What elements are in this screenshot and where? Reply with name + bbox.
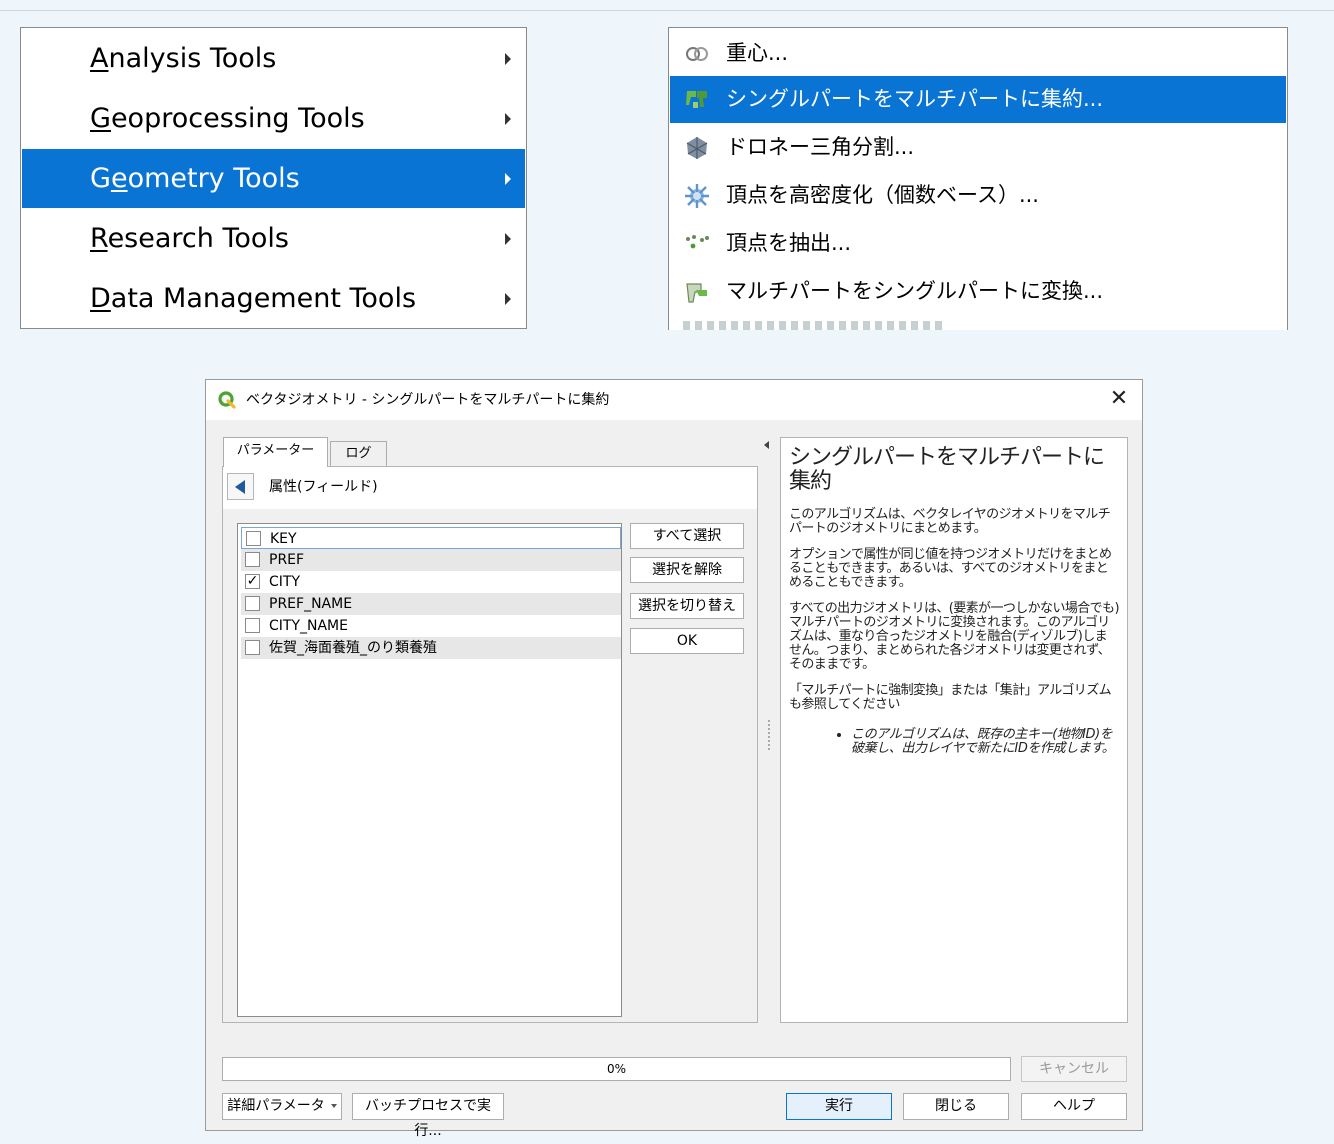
help-paragraph-3: すべての出力ジオメトリは、(要素が一つしかない場合でも)マルチパートのジオメトリ… xyxy=(789,601,1120,672)
menu-item-delaunay[interactable]: ドロネー三角分割... xyxy=(670,124,1286,171)
geometry-tools-submenu: 重心... シングルパートをマルチパートに集約... ドロネー三角分割... 頂… xyxy=(668,27,1288,330)
ok-button[interactable]: OK xyxy=(630,628,744,654)
collect-geometries-icon xyxy=(686,91,707,108)
menu-item-densify-by-count[interactable]: 頂点を高密度化（個数ベース）... xyxy=(670,172,1286,219)
help-notes: このアルゴリズムは、既存の主キー(地物ID)を破棄し、出力レイヤで新たにIDを作… xyxy=(789,728,1119,756)
tab-parameters[interactable]: パラメーター xyxy=(223,437,328,467)
menu-item-geometry-tools[interactable]: Geometry Tools xyxy=(22,149,525,208)
help-paragraph-2: オプションで属性が同じ値を持つジオメトリだけをまとめることもできます。あるいは、… xyxy=(789,547,1112,590)
menu-item-label: esearch Tools xyxy=(107,223,289,254)
field-name: CITY_NAME xyxy=(269,618,348,634)
multipart-to-single-icon xyxy=(686,283,707,303)
menu-item-multipart-to-singleparts[interactable]: マルチパートをシングルパートに変換... xyxy=(670,268,1286,315)
menu-item-collect-geometries[interactable]: シングルパートをマルチパートに集約... xyxy=(670,76,1286,123)
field-name: KEY xyxy=(270,531,297,547)
field-row-saga[interactable]: 佐賀_海面養殖_のり類養殖 xyxy=(241,637,621,659)
advanced-parameters-dropdown[interactable]: 詳細パラメータ xyxy=(222,1093,342,1120)
processing-toolbox-menu: Analysis Tools Geoprocessing Tools Geome… xyxy=(20,27,527,329)
help-paragraph-4: 「マルチパートに強制変換」または「集計」アルゴリズムも参照してください xyxy=(789,683,1112,712)
run-as-batch-button[interactable]: バッチプロセスで実行... xyxy=(352,1093,504,1139)
close-button[interactable]: 閉じる xyxy=(903,1093,1009,1120)
menu-item-label: 頂点を高密度化（個数ベース）... xyxy=(726,183,1039,207)
panel-header-label: 属性(フィールド) xyxy=(269,479,378,495)
menu-item-label: ドロネー三角分割... xyxy=(726,135,915,159)
extract-vertices-icon xyxy=(686,235,709,249)
submenu-arrow-icon xyxy=(505,53,511,65)
tab-log[interactable]: ログ xyxy=(330,441,387,466)
menu-item-label-start: G xyxy=(90,163,111,194)
field-name: PREF xyxy=(269,552,305,568)
centroid-icon xyxy=(686,47,708,61)
clipped-menu-item xyxy=(683,321,943,330)
menu-item-label: ata Management Tools xyxy=(110,283,417,314)
menu-item-research-tools[interactable]: Research Tools xyxy=(22,209,525,268)
deselect-all-button[interactable]: 選択を解除 xyxy=(630,557,744,583)
toggle-selection-button[interactable]: 選択を切り替え xyxy=(630,593,744,619)
field-list: KEY PREF ✓ CITY PREF_NAME CITY_NAME 佐賀_海… xyxy=(237,523,622,1017)
submenu-arrow-icon xyxy=(505,173,511,185)
menu-item-mnemonic: e xyxy=(110,163,128,194)
menu-item-mnemonic: R xyxy=(90,223,108,254)
menu-item-mnemonic: D xyxy=(90,283,111,314)
progress-bar: 0% xyxy=(222,1057,1011,1081)
qgis-logo-icon xyxy=(218,391,236,409)
menu-item-label: シングルパートをマルチパートに集約... xyxy=(726,87,1104,111)
collect-geometries-dialog: ベクタジオメトリ - シングルパートをマルチパートに集約 ✕ パラメーター ログ… xyxy=(205,379,1143,1139)
help-button[interactable]: ヘルプ xyxy=(1021,1093,1127,1120)
menu-item-analysis-tools[interactable]: Analysis Tools xyxy=(22,29,525,88)
menu-item-mnemonic: G xyxy=(90,103,111,134)
field-row-key[interactable]: KEY xyxy=(241,527,621,549)
densify-icon xyxy=(685,184,709,208)
field-checkbox[interactable] xyxy=(245,596,260,611)
run-button[interactable]: 実行 xyxy=(786,1093,892,1120)
dialog-title: ベクタジオメトリ - シングルパートをマルチパートに集約 xyxy=(246,392,610,408)
menu-item-label: nalysis Tools xyxy=(108,43,277,74)
menu-item-label: 頂点を抽出... xyxy=(726,231,852,255)
field-row-pref[interactable]: PREF xyxy=(241,549,621,571)
dialog-titlebar: ベクタジオメトリ - シングルパートをマルチパートに集約 ✕ xyxy=(206,380,1142,420)
help-heading: シングルパートをマルチパートに集約 xyxy=(789,445,1105,494)
field-name: CITY xyxy=(269,574,301,590)
field-checkbox[interactable] xyxy=(245,618,260,633)
collapse-help-arrow-icon[interactable] xyxy=(764,441,769,449)
back-arrow-icon[interactable] xyxy=(227,473,254,500)
field-name: PREF_NAME xyxy=(269,596,353,612)
parameters-panel: 属性(フィールド) KEY PREF ✓ CITY PREF_NAME CITY… xyxy=(222,466,758,1023)
menu-item-label: 重心... xyxy=(726,41,789,65)
field-row-city[interactable]: ✓ CITY xyxy=(241,571,621,593)
cancel-button[interactable]: キャンセル xyxy=(1021,1056,1127,1082)
help-paragraph-1: このアルゴリズムは、ベクタレイヤのジオメトリをマルチパートのジオメトリにまとめま… xyxy=(789,507,1111,536)
dropdown-label: 詳細パラメータ xyxy=(227,1098,325,1114)
progress-label: 0% xyxy=(606,1062,627,1076)
menu-item-mnemonic: A xyxy=(90,43,109,74)
top-divider xyxy=(0,10,1334,11)
submenu-arrow-icon xyxy=(505,113,511,125)
select-all-button[interactable]: すべて選択 xyxy=(630,523,744,549)
field-name: 佐賀_海面養殖_のり類養殖 xyxy=(269,640,437,656)
menu-item-label: eoprocessing Tools xyxy=(110,103,365,134)
menu-item-label: マルチパートをシングルパートに変換... xyxy=(726,279,1104,303)
chevron-down-icon xyxy=(330,1104,337,1108)
field-row-pref-name[interactable]: PREF_NAME xyxy=(241,593,621,615)
menu-item-geoprocessing-tools[interactable]: Geoprocessing Tools xyxy=(22,89,525,148)
submenu-arrow-icon xyxy=(505,293,511,305)
splitter-handle[interactable] xyxy=(768,720,770,750)
submenu-arrow-icon xyxy=(505,233,511,245)
help-note: このアルゴリズムは、既存の主キー(地物ID)を破棄し、出力レイヤで新たにIDを作… xyxy=(851,728,1119,756)
menu-item-centroid[interactable]: 重心... xyxy=(670,30,1286,77)
field-checkbox-checked[interactable]: ✓ xyxy=(245,574,260,589)
delaunay-icon xyxy=(686,137,708,159)
close-icon[interactable]: ✕ xyxy=(1106,386,1132,412)
menu-item-extract-vertices[interactable]: 頂点を抽出... xyxy=(670,220,1286,267)
field-checkbox[interactable] xyxy=(246,531,261,546)
help-panel: シングルパートをマルチパートに集約 このアルゴリズムは、ベクタレイヤのジオメトリ… xyxy=(780,437,1128,1023)
field-row-city-name[interactable]: CITY_NAME xyxy=(241,615,621,637)
menu-item-label: ometry Tools xyxy=(127,163,300,194)
field-checkbox[interactable] xyxy=(245,640,260,655)
panel-header: 属性(フィールド) xyxy=(223,467,757,509)
menu-item-data-management-tools[interactable]: Data Management Tools xyxy=(22,269,525,328)
field-checkbox[interactable] xyxy=(245,552,260,567)
